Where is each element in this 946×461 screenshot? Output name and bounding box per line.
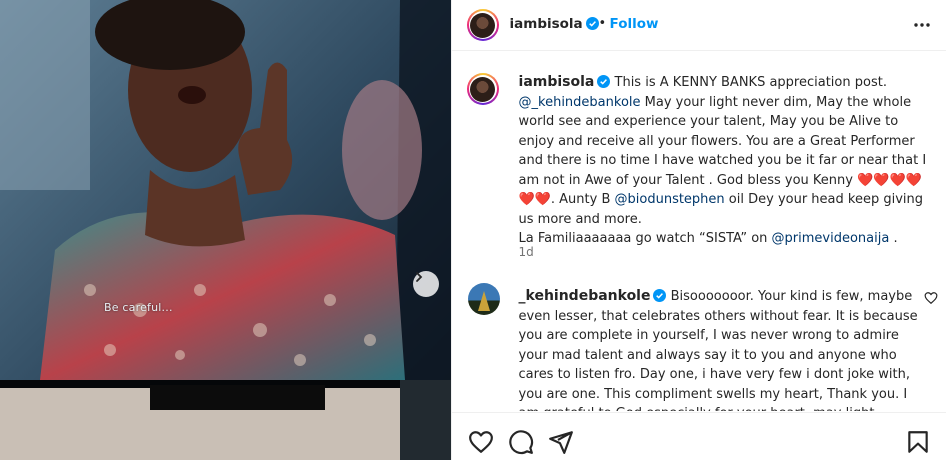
bookmark-icon[interactable] [905,429,931,455]
caption-line: This is A KENNY BANKS appreciation post. [614,75,887,90]
tv-photo [0,0,451,460]
action-bar [451,412,946,461]
follow-button[interactable]: Follow [610,16,659,32]
post-media[interactable]: Be careful... [0,0,451,460]
post-side-panel: iambisola • Follow iambisola This is A K… [450,0,946,461]
caption-author-avatar[interactable] [466,73,499,105]
chevron-right-icon [416,272,423,282]
post-header: iambisola • Follow [451,0,946,51]
caption-body: . [889,231,898,246]
heart-icon[interactable] [468,429,494,455]
more-options-icon[interactable] [911,14,933,36]
mention-link[interactable]: @biodunstephen [615,192,725,207]
instagram-post-view: Be careful... iambisola • Follow iambiso… [0,0,946,460]
verified-badge-icon [653,289,667,302]
mention-link[interactable]: @primevideonaija [772,231,890,246]
next-media-button[interactable] [413,271,439,297]
post-caption: iambisola This is A KENNY BANKS apprecia… [519,73,931,249]
verified-badge-icon [585,17,599,30]
commenter-username[interactable]: _kehindebankole [519,288,651,304]
verified-badge-icon [597,75,611,88]
caption-body: La Familiaaaaaaa go watch “SISTA” on [518,231,772,246]
author-username[interactable]: iambisola [510,16,583,32]
caption-timestamp[interactable]: 1d [519,245,534,259]
comment-icon[interactable] [508,429,534,455]
mention-link[interactable]: @_kehindebankole [519,95,641,110]
send-icon[interactable] [548,429,574,455]
header-separator: • [598,16,607,31]
caption-username[interactable]: iambisola [519,74,595,90]
caption-body: . Aunty B [550,192,615,207]
comment-like-heart-icon[interactable] [924,291,938,305]
author-avatar[interactable] [466,9,499,41]
comments-list[interactable]: iambisola This is A KENNY BANKS apprecia… [452,51,946,411]
tv-subtitle: Be careful... [104,301,173,314]
comment-text: Bisooooooor. Your kind is few, maybe eve… [518,289,918,411]
comment: _kehindebankole Bisooooooor. Your kind i… [519,287,919,411]
commenter-avatar[interactable] [467,283,500,315]
author-username-row[interactable]: iambisola [510,16,599,32]
